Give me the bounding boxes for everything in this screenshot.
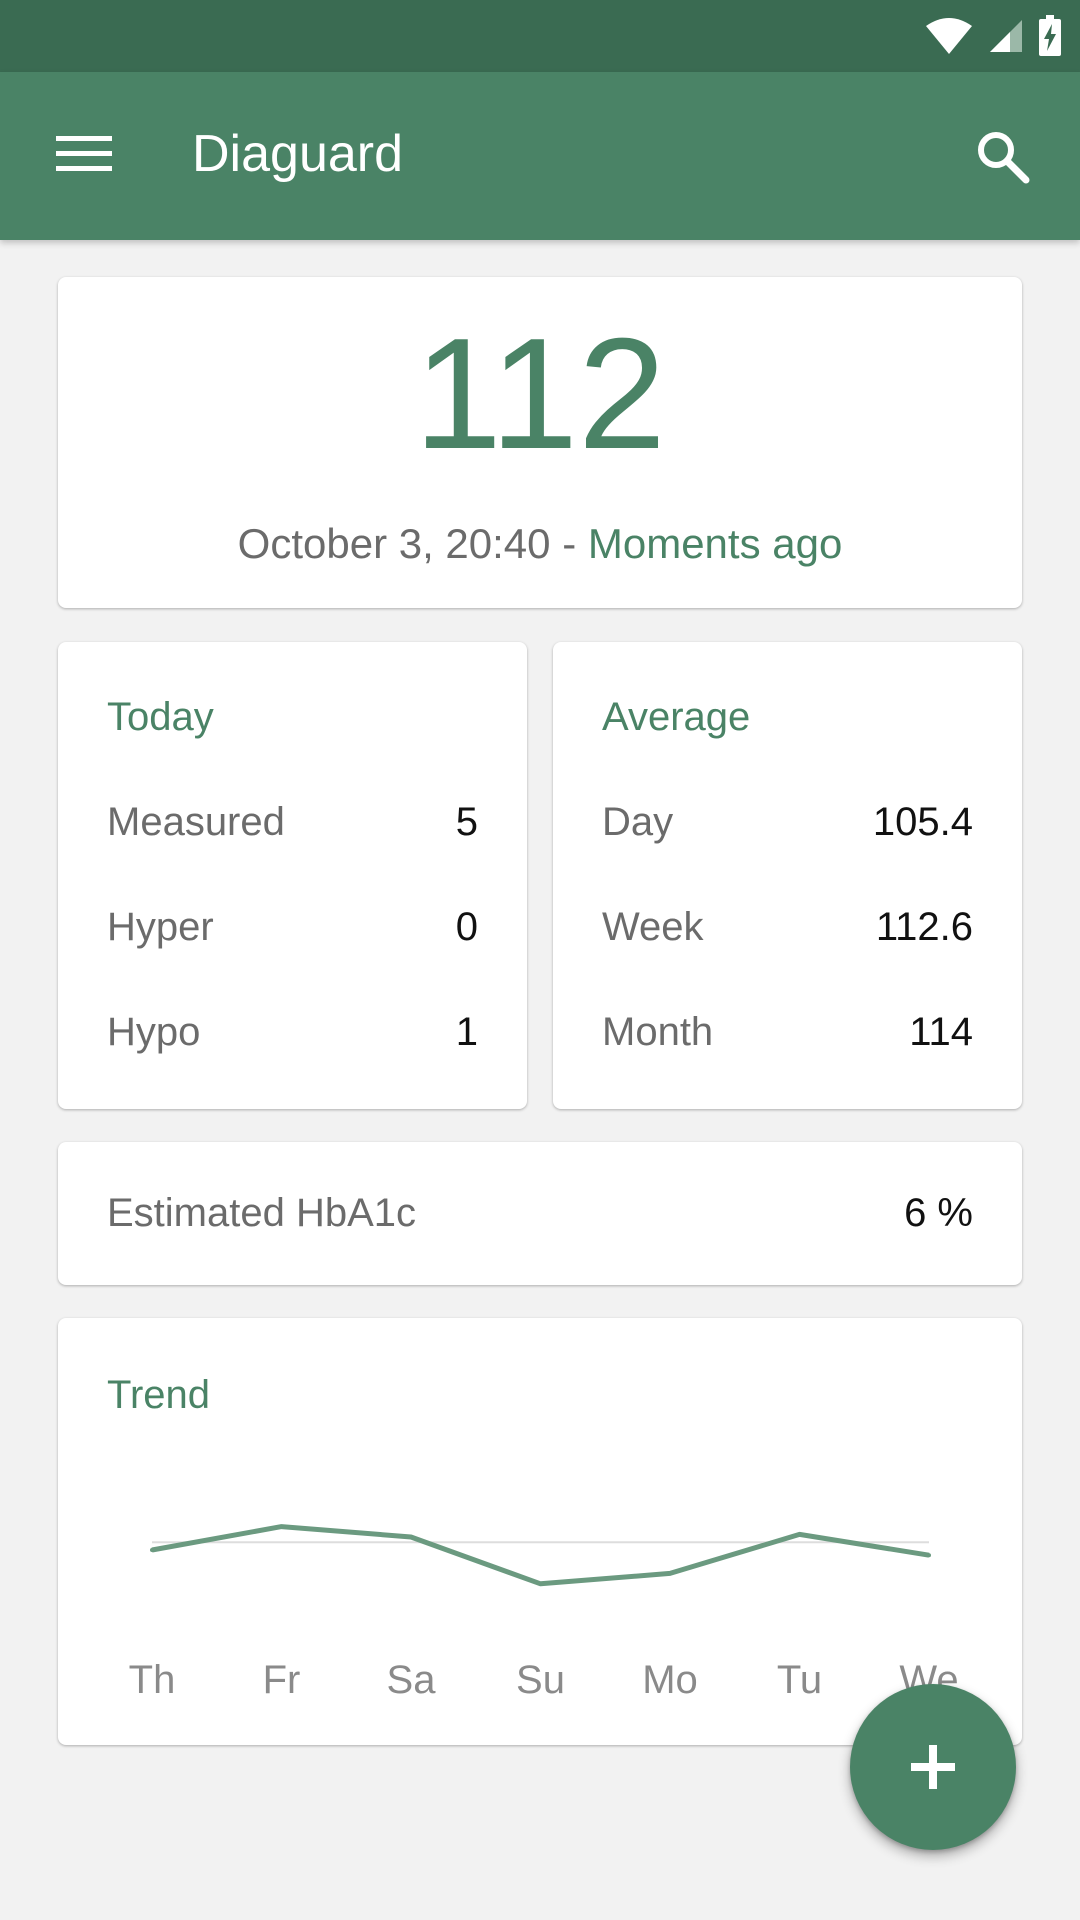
latest-timestamp: October 3, 20:40 - Moments ago (58, 519, 1022, 569)
trend-point-fr (279, 1524, 284, 1529)
row-label: Measured (107, 800, 285, 844)
trend-xtick-fr: Fr (263, 1658, 301, 1702)
today-row-measured: Measured 5 (107, 797, 478, 847)
row-value: 5 (455, 800, 478, 844)
hba1c-value: 6 % (904, 1191, 973, 1235)
row-label: Hyper (107, 905, 214, 949)
add-entry-button[interactable] (850, 1684, 1016, 1850)
row-value: 105.4 (872, 800, 973, 844)
latest-relative-time: Moments ago (587, 520, 843, 567)
trend-point-sa (409, 1535, 413, 1539)
trend-point-su (538, 1581, 543, 1586)
average-row-week: Week 112.6 (602, 902, 973, 952)
trend-card[interactable]: Trend Th Fr Sa Su Mo Tu We (58, 1318, 1022, 1745)
row-label: Week (602, 905, 704, 949)
menu-icon (56, 136, 112, 171)
trend-xtick-mo: Mo (642, 1658, 698, 1702)
hba1c-card[interactable]: Estimated HbA1c 6 % (58, 1142, 1022, 1285)
battery-charging-icon (1039, 15, 1061, 56)
trend-xtick-su: Su (516, 1658, 565, 1702)
search-icon (978, 132, 1030, 184)
row-value: 114 (909, 1010, 973, 1054)
row-label: Month (602, 1010, 714, 1054)
latest-datetime: October 3, 20:40 - (237, 520, 577, 567)
today-row-hyper: Hyper 0 (107, 902, 478, 952)
hba1c-label: Estimated HbA1c (107, 1191, 417, 1235)
status-icons (924, 14, 1062, 58)
today-card[interactable]: Today Measured 5 Hyper 0 Hypo 1 (58, 642, 527, 1109)
row-label: Hypo (107, 1010, 201, 1054)
search-button[interactable] (960, 114, 1044, 198)
wifi-icon (926, 18, 972, 54)
trend-chart: Th Fr Sa Su Mo Tu We (129, 1524, 959, 1702)
app-bar: Diaguard (0, 72, 1080, 240)
average-card[interactable]: Average Day 105.4 Week 112.6 Month 114 (553, 642, 1022, 1109)
cellular-signal-icon (990, 20, 1022, 52)
trend-xtick-sa: Sa (387, 1658, 437, 1702)
trend-xtick-tu: Tu (777, 1658, 822, 1702)
status-bar (0, 0, 1080, 72)
trend-xtick-th: Th (129, 1658, 176, 1702)
today-title: Today (107, 695, 214, 739)
menu-button[interactable] (42, 112, 126, 196)
row-label: Day (602, 800, 674, 844)
trend-point-th (150, 1548, 154, 1552)
plus-icon (911, 1745, 955, 1789)
average-row-month: Month 114 (602, 1007, 973, 1057)
row-value: 1 (455, 1010, 478, 1054)
app-title: Diaguard (192, 125, 404, 183)
trend-point-tu (797, 1532, 802, 1537)
trend-series-line (151, 1524, 930, 1587)
latest-value: 112 (414, 306, 666, 482)
row-value: 0 (455, 905, 478, 949)
row-value: 112.6 (875, 905, 973, 949)
today-row-hypo: Hypo 1 (107, 1007, 478, 1057)
latest-measurement-card[interactable]: 112 October 3, 20:40 - Moments ago (58, 277, 1022, 608)
average-title: Average (602, 695, 751, 739)
trend-point-mo (668, 1571, 672, 1576)
trend-point-we (927, 1553, 931, 1558)
average-row-day: Day 105.4 (602, 797, 973, 847)
